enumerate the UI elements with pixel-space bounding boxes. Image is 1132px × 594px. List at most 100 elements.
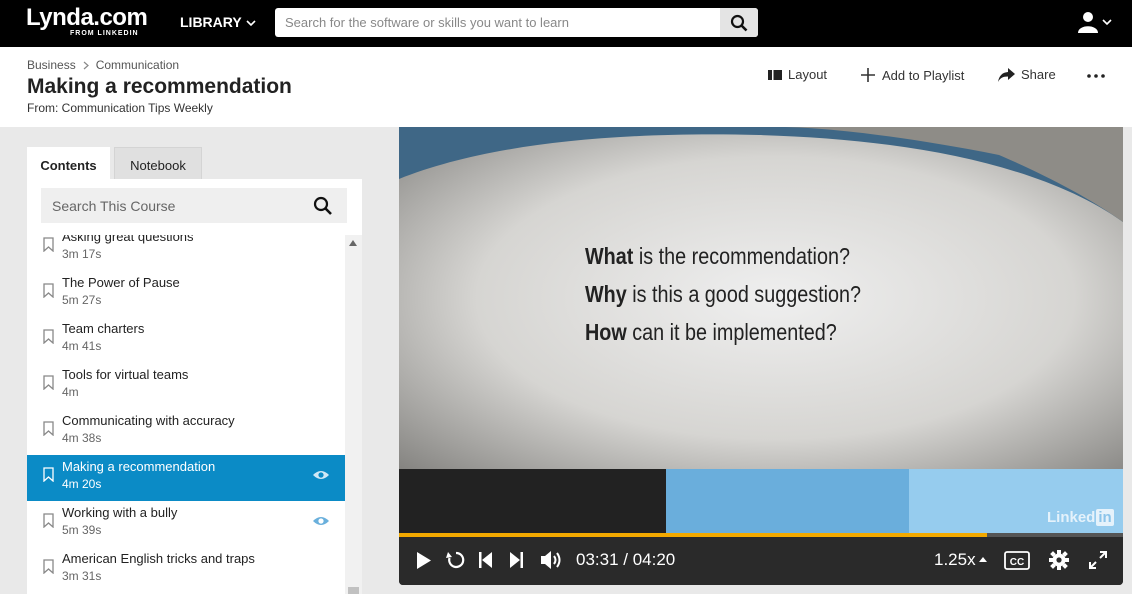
library-label: LIBRARY <box>180 14 242 30</box>
bookmark-icon[interactable] <box>43 421 54 436</box>
breadcrumb-business[interactable]: Business <box>27 58 76 72</box>
global-search-input[interactable] <box>275 8 721 37</box>
bookmark-icon[interactable] <box>43 559 54 574</box>
list-item[interactable]: Asking great questions 3m 17s <box>27 235 345 271</box>
bookmark-icon[interactable] <box>43 283 54 298</box>
slide-text: What is the recommendation? Why is this … <box>585 237 861 351</box>
list-item[interactable]: Communicating with accuracy 4m 38s <box>27 409 345 455</box>
list-item-title: The Power of Pause <box>62 275 180 290</box>
list-item[interactable]: The Power of Pause 5m 27s <box>27 271 345 317</box>
list-item[interactable]: Working with a bully 5m 39s <box>27 501 345 547</box>
list-item-duration: 4m 38s <box>62 431 102 445</box>
scroll-thumb[interactable] <box>348 587 359 594</box>
eye-icon <box>313 517 329 525</box>
fullscreen-icon[interactable] <box>1089 551 1107 569</box>
list-item-duration: 3m 31s <box>62 569 102 583</box>
video-frame[interactable]: What is the recommendation? Why is this … <box>399 127 1123 469</box>
chevron-down-icon <box>246 20 256 26</box>
logo-text: Lynda.com <box>26 4 148 31</box>
list-item-title: Tools for virtual teams <box>62 367 189 382</box>
logo-subtext: FROM LINKEDIN <box>70 30 139 37</box>
list-item[interactable]: American English tricks and traps 3m 31s <box>27 547 345 593</box>
global-search-button[interactable] <box>720 8 758 37</box>
list-item-title: Making a recommendation <box>62 459 216 474</box>
list-item-duration: 3m 17s <box>62 247 102 261</box>
svg-text:CC: CC <box>1010 557 1024 568</box>
bookmark-icon[interactable] <box>43 513 54 528</box>
more-icon <box>1087 74 1105 78</box>
add-to-playlist-button[interactable]: Add to Playlist <box>860 67 964 83</box>
user-icon <box>1078 12 1098 33</box>
list-item-title: Asking great questions <box>62 235 194 244</box>
course-search-input[interactable] <box>41 188 301 223</box>
playback-speed[interactable]: 1.25x <box>934 550 976 570</box>
chevron-down-icon <box>1102 18 1112 25</box>
search-icon <box>730 14 748 31</box>
list-item-duration: 4m 41s <box>62 339 102 353</box>
library-menu[interactable]: LIBRARY <box>180 14 256 30</box>
bookmark-icon[interactable] <box>43 237 54 252</box>
share-icon <box>998 67 1015 82</box>
chevron-up-icon <box>979 557 987 562</box>
settings-icon[interactable] <box>1049 550 1069 570</box>
closed-captions-button[interactable]: CC <box>1004 551 1030 570</box>
player-controls: 03:31 / 04:20 1.25x CC <box>399 537 1123 585</box>
bookmark-icon[interactable] <box>43 375 54 390</box>
eye-icon <box>313 471 329 479</box>
layout-label: Layout <box>788 67 828 82</box>
skip-back-icon[interactable] <box>479 551 493 569</box>
more-options-button[interactable] <box>1087 74 1105 78</box>
top-bar: Lynda.com FROM LINKEDIN LIBRARY <box>0 0 1132 47</box>
tab-contents[interactable]: Contents <box>27 147 110 183</box>
breadcrumb-communication[interactable]: Communication <box>96 58 179 72</box>
list-item-duration: 5m 39s <box>62 523 102 537</box>
bookmark-icon[interactable] <box>43 467 54 482</box>
layout-icon <box>768 69 782 80</box>
list-item-title: Team charters <box>62 321 145 336</box>
course-header: Business Communication Making a recommen… <box>0 47 1132 127</box>
slide-line-1: What is the recommendation? <box>585 243 850 269</box>
list-item-title: American English tricks and traps <box>62 551 255 566</box>
scroll-up-arrow[interactable] <box>349 240 357 246</box>
list-scrollbar[interactable] <box>345 235 362 594</box>
course-source[interactable]: From: Communication Tips Weekly <box>27 101 213 115</box>
bookmark-icon[interactable] <box>43 329 54 344</box>
share-button[interactable]: Share <box>998 67 1056 82</box>
lynda-logo[interactable]: Lynda.com FROM LINKEDIN <box>26 4 148 37</box>
contents-panel: Asking great questions 3m 17s The Power of… <box>27 179 362 594</box>
list-item[interactable]: Making a recommendation 4m 20s <box>27 455 345 501</box>
course-search <box>41 188 347 223</box>
skip-forward-icon[interactable] <box>509 551 523 569</box>
volume-icon[interactable] <box>540 550 562 570</box>
replay-icon[interactable] <box>446 550 466 570</box>
time-display: 03:31 / 04:20 <box>576 550 676 569</box>
list-item-title: Communicating with accuracy <box>62 413 235 428</box>
stripe-dark <box>399 469 666 533</box>
course-sidebar: Notebook Contents Asking great questions… <box>0 127 399 594</box>
video-list: Asking great questions 3m 17s The Power of… <box>27 235 345 594</box>
global-search <box>275 8 758 37</box>
plus-icon <box>861 68 875 82</box>
page-title: Making a recommendation <box>27 75 292 98</box>
list-item-duration: 4m <box>62 385 79 399</box>
list-item[interactable]: Team charters 4m 41s <box>27 317 345 363</box>
slide-line-3: How can it be implemented? <box>585 319 837 345</box>
list-item-title: Working with a bully <box>62 505 178 520</box>
video-player: What is the recommendation? Why is this … <box>399 127 1123 585</box>
linkedin-watermark: Linked in <box>1047 509 1114 526</box>
add-to-playlist-label: Add to Playlist <box>882 67 965 83</box>
color-stripes <box>399 469 1123 533</box>
chevron-right-icon <box>83 61 89 69</box>
play-icon[interactable] <box>416 551 432 570</box>
breadcrumb: Business Communication <box>27 58 179 72</box>
slide-line-2: Why is this a good suggestion? <box>585 281 861 307</box>
share-label: Share <box>1021 67 1056 82</box>
search-icon[interactable] <box>313 196 333 216</box>
list-item-duration: 5m 27s <box>62 293 102 307</box>
stripe-mid <box>666 469 909 533</box>
layout-button[interactable]: Layout <box>768 67 827 82</box>
tab-notebook[interactable]: Notebook <box>114 147 202 182</box>
list-item-duration: 4m 20s <box>62 477 102 491</box>
list-item[interactable]: Tools for virtual teams 4m <box>27 363 345 409</box>
user-menu[interactable] <box>1078 11 1112 33</box>
